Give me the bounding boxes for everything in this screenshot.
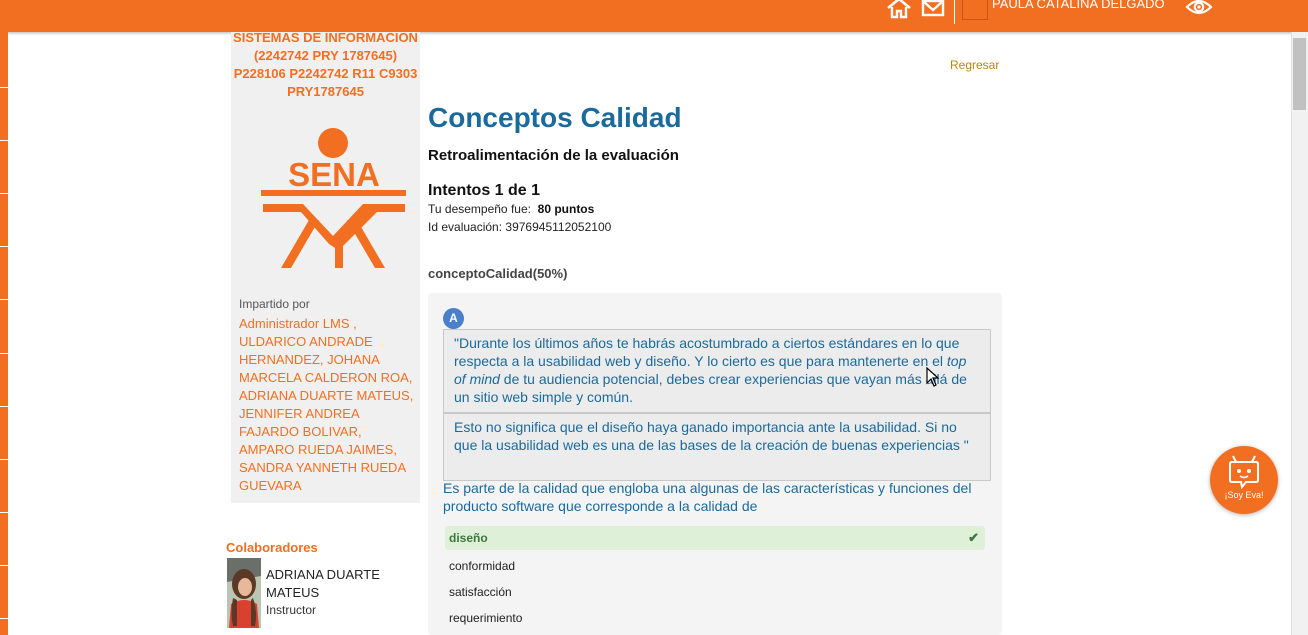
nav-divider — [0, 459, 8, 460]
nav-divider — [0, 618, 8, 619]
answer-option: satisfacción — [445, 580, 985, 604]
performance-value: 80 puntos — [537, 202, 595, 216]
user-avatar[interactable] — [962, 0, 988, 20]
nav-divider — [0, 299, 8, 300]
home-icon[interactable] — [886, 0, 912, 24]
course-title: SISTEMAS DE INFORMACION (2242742 PRY 178… — [233, 30, 418, 99]
page-title: Conceptos Calidad — [428, 102, 682, 133]
option-label: satisfacción — [449, 585, 512, 599]
quote-text: de tu audiencia potencial, debes crear e… — [454, 371, 967, 405]
impartido-label: Impartido por — [239, 297, 310, 311]
eva-assistant-button[interactable]: ¡Soy Eva! — [1210, 446, 1278, 514]
robot-icon — [1229, 455, 1259, 490]
nav-divider — [0, 246, 8, 247]
nav-divider — [0, 406, 8, 407]
answer-option: requerimiento — [445, 606, 985, 630]
quote-text: "Durante los últimos años te habrás acos… — [454, 335, 960, 369]
eye-icon[interactable] — [1185, 0, 1213, 22]
section-title: conceptoCalidad(50%) — [428, 266, 568, 281]
sena-logo: SENA — [261, 128, 407, 278]
nav-divider — [0, 353, 8, 354]
question-badge: A — [443, 308, 464, 329]
nav-divider — [0, 565, 8, 566]
answer-option-correct: diseño ✔ — [445, 526, 985, 550]
option-label: conformidad — [449, 559, 516, 573]
nav-divider — [0, 140, 8, 141]
attempts-count: Intentos 1 de 1 — [428, 182, 541, 199]
left-nav-strip[interactable] — [0, 32, 8, 635]
instructors-list[interactable]: Administrador LMS , ULDARICO ANDRADE HER… — [239, 315, 417, 495]
back-link[interactable]: Regresar — [950, 58, 999, 72]
option-label: diseño — [449, 531, 488, 545]
check-icon: ✔ — [968, 530, 979, 545]
page-scrollbar[interactable] — [1291, 32, 1308, 635]
eva-label: ¡Soy Eva! — [1224, 490, 1264, 500]
nav-divider — [0, 87, 8, 88]
scrollbar-track — [1291, 32, 1292, 635]
eval-id-label: Id evaluación: — [428, 220, 503, 234]
eval-id-line: Id evaluación: 3976945112052100 — [428, 220, 611, 234]
mouse-cursor-icon — [926, 366, 940, 392]
header-divider — [954, 0, 955, 24]
performance-line: Tu desempeño fue: 80 puntos — [428, 202, 594, 216]
page-subtitle: Retroalimentación de la evaluación — [428, 147, 679, 164]
top-bar: PAULA CATALINA DELGADO — [0, 0, 1308, 32]
scrollbar-thumb[interactable] — [1293, 38, 1306, 110]
collaborator-role: Instructor — [266, 603, 317, 617]
performance-label: Tu desempeño fue: — [428, 202, 531, 216]
user-name[interactable]: PAULA CATALINA DELGADO — [992, 0, 1165, 11]
collaborators-title: Colaboradores — [226, 540, 318, 555]
question-prompt: Es parte de la calidad que engloba una a… — [443, 480, 972, 514]
course-sidebar: SISTEMAS DE INFORMACION (2242742 PRY 178… — [231, 30, 420, 503]
option-label: requerimiento — [449, 611, 523, 625]
nav-divider — [0, 193, 8, 194]
svg-text:SENA: SENA — [288, 156, 380, 193]
collaborator-avatar — [227, 558, 261, 628]
mail-icon[interactable] — [921, 0, 945, 23]
nav-divider — [0, 512, 8, 513]
question-quote-part2: Esto no significa que el diseño haya gan… — [443, 413, 991, 481]
question-quote-part1: "Durante los últimos años te habrás acos… — [443, 329, 991, 413]
eval-id-value: 3976945112052100 — [505, 220, 612, 234]
collaborator-name[interactable]: ADRIANA DUARTE MATEUS — [266, 566, 416, 602]
answer-option: conformidad — [445, 554, 985, 578]
